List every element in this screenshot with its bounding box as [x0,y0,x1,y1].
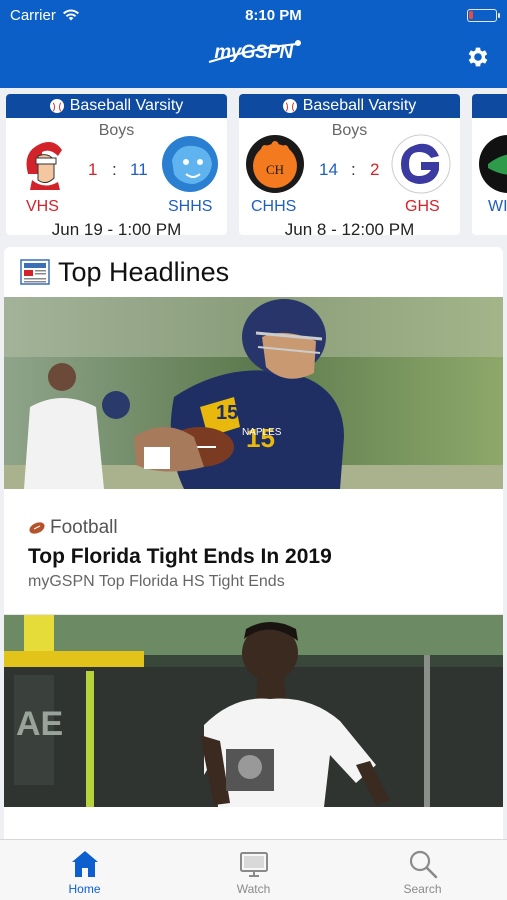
article-sport-row: Football [28,517,479,539]
settings-gear-icon[interactable] [465,44,491,70]
score-separator: : [112,160,117,179]
tab-label: Watch [236,882,271,896]
status-left: Carrier [10,7,80,24]
newspaper-icon [20,259,50,285]
article-card[interactable]: Football Top Florida Tight Ends In 2019 … [4,489,503,615]
game-date: Jun 8 - 12:00 PM [284,220,415,235]
status-bar: Carrier 8:10 PM [0,0,507,30]
app-logo[interactable]: myGSPN [214,42,293,64]
tab-bar: Home Watch Search [0,839,507,900]
tab-home[interactable]: Home [0,840,169,900]
home-team-abbr: VHS [26,198,59,215]
card-sport: Baseball Varsity [302,97,417,114]
scores-strip[interactable]: Baseball Varsity Boys 1 : 11 VHS SHHS Ju… [0,88,507,238]
status-time: 8:10 PM [245,6,302,24]
tab-label: Home [68,882,101,896]
svg-text:CH: CH [266,162,284,177]
search-icon [409,850,437,879]
vhs-spartan-logo-icon [26,142,62,190]
score-separator: : [351,160,356,179]
away-team-abbr: GHS [405,198,440,215]
brand-row: myGSPN [0,30,507,88]
article-photo[interactable]: 15 15 NAPLES [4,297,503,489]
home-score: 14 [319,160,338,179]
athlete-photo: AE [4,615,503,807]
home-score: 1 [88,160,98,179]
chhs-tiger-paw-logo-icon: CH [246,135,304,193]
battery-icon [466,8,500,22]
article-title[interactable]: Top Florida Tight Ends In 2019 [28,545,479,569]
carrier-label: Carrier [10,6,56,24]
ghs-g-logo-icon [391,134,451,194]
tab-label: Search [403,882,442,896]
shhs-panther-logo-icon [162,136,218,192]
headlines-title: Top Headlines [58,256,230,287]
card-header [472,94,507,118]
score-card[interactable]: Baseball Varsity Boys CH 14 : 2 CHHS GHS… [239,94,460,235]
baseball-icon [282,99,297,113]
football-icon [29,522,45,534]
tab-search[interactable]: Search [338,840,507,900]
wifi-icon [62,9,79,21]
score-card[interactable]: WI [472,94,507,235]
home-team-abbr: CHHS [251,198,297,215]
home-icon [71,851,98,877]
svg-text:15: 15 [216,402,238,424]
away-score: 11 [130,160,148,179]
away-team-abbr: WI [488,198,507,215]
app-header: Carrier 8:10 PM myGSPN [0,0,507,88]
card-header: Baseball Varsity [239,94,460,118]
article-sport: Football [50,517,118,538]
team-logo-icon [479,135,507,193]
away-score: 2 [370,160,380,179]
game-date: Jun 19 - 1:00 PM [51,220,182,235]
baseball-icon [49,99,64,113]
article-subtitle: myGSPN Top Florida HS Tight Ends [28,573,285,590]
tv-icon [239,852,268,877]
tab-watch[interactable]: Watch [169,840,338,900]
score-card[interactable]: Baseball Varsity Boys 1 : 11 VHS SHHS Ju… [6,94,227,235]
svg-text:AE: AE [16,705,63,743]
headlines-title-row: Top Headlines [4,247,503,297]
football-player-photo: 15 15 NAPLES [4,297,503,489]
away-team-abbr: SHHS [168,198,213,215]
svg-text:NAPLES: NAPLES [242,427,282,438]
article-photo[interactable]: AE [4,615,503,807]
card-header: Baseball Varsity [6,94,227,118]
top-headlines-section: Top Headlines 15 15 NAPLES Football Top … [4,247,503,839]
card-sport: Baseball Varsity [69,97,184,114]
